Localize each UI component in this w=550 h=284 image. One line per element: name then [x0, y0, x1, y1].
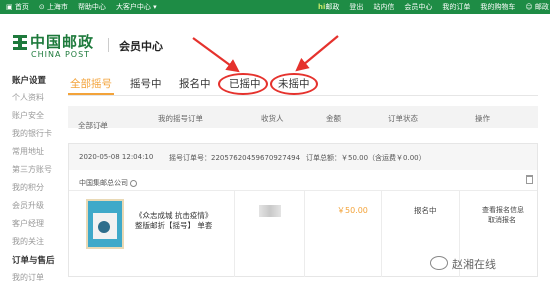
col-divider	[234, 191, 235, 277]
annotation-circle-not-won	[270, 73, 318, 95]
tab-all[interactable]: 全部摇号	[70, 76, 112, 91]
order-number: 摇号订单号：22057620459670927494	[169, 154, 301, 162]
view-signup-info-link[interactable]: 查看报名信息	[482, 205, 524, 215]
sidebar-item-security[interactable]: 账户安全	[12, 110, 44, 121]
brand-mark: hi邮政	[318, 3, 340, 11]
logo-chinese-text[interactable]: 中国邮政	[30, 31, 94, 52]
my-cart-link[interactable]: 我的购物车	[480, 2, 515, 12]
home-link[interactable]: ▣ 首页	[6, 2, 29, 12]
annotation-circle-won	[218, 73, 268, 95]
user-menu[interactable]: ☺ 邮政	[525, 2, 549, 12]
product-image-emblem	[98, 221, 110, 233]
station-message-link[interactable]: 站内信	[373, 2, 394, 12]
store-name[interactable]: 中国集邮总公司	[79, 178, 137, 188]
sidebar-item-bank-card[interactable]: 我的银行卡	[12, 128, 52, 139]
col-my-order: 我的摇号订单	[158, 114, 203, 123]
sidebar-item-my-orders[interactable]: 我的订单	[12, 272, 44, 283]
sidebar-item-profile[interactable]: 个人资料	[12, 92, 44, 103]
page-title: 会员中心	[119, 40, 163, 53]
store-info-icon	[130, 179, 137, 187]
sidebar-item-upgrade[interactable]: 会员升级	[12, 200, 44, 211]
col-recipient: 收货人	[261, 114, 284, 123]
vip-center-dropdown[interactable]: 大客户中心 ▾	[116, 2, 157, 12]
china-post-logo-icon	[13, 35, 27, 50]
order-header: 2020-05-08 12:04:10 摇号订单号：22057620459670…	[69, 144, 537, 170]
sidebar: 账户设置 个人资料 账户安全 我的银行卡 常用地址 第三方账号 我的积分 会员升…	[0, 70, 56, 284]
sidebar-section-account: 账户设置	[12, 76, 47, 86]
arrow-to-not-won	[295, 35, 339, 72]
delete-trash-icon[interactable]	[526, 175, 533, 184]
table-header: 全部订单 ⌄ 我的摇号订单 收货人 金额 订单状态 操作	[68, 106, 538, 130]
member-center-link[interactable]: 会员中心	[404, 2, 432, 12]
col-amount: 金额	[326, 114, 341, 123]
help-center-link[interactable]: 帮助中心	[78, 2, 106, 12]
order-total: 订单总额：￥50.00（含运费￥0.00）	[306, 154, 426, 162]
sidebar-item-address[interactable]: 常用地址	[12, 146, 44, 157]
sidebar-item-points[interactable]: 我的积分	[12, 182, 44, 193]
product-name[interactable]: 《众志成城 抗击疫情》整版邮折【摇号】 单套	[135, 211, 217, 231]
sidebar-item-follow[interactable]: 我的关注	[12, 236, 44, 247]
tabs-divider	[68, 95, 538, 96]
wechat-watermark-icon	[430, 256, 448, 270]
col-operation: 操作	[475, 114, 490, 123]
col-divider	[381, 191, 382, 277]
sidebar-item-manager[interactable]: 客户经理	[12, 218, 44, 229]
arrow-to-won	[192, 37, 240, 73]
header-divider	[108, 38, 109, 52]
tab-drawing[interactable]: 摇号中	[130, 76, 162, 91]
sidebar-section-orders: 订单与售后	[12, 256, 55, 266]
my-orders-link[interactable]: 我的订单	[442, 2, 470, 12]
tab-signup[interactable]: 报名中	[179, 76, 211, 91]
product-image[interactable]	[86, 199, 124, 249]
row-divider	[69, 190, 537, 191]
recipient-redacted	[259, 205, 281, 217]
col-order-status: 订单状态	[388, 114, 418, 123]
order-price: ￥50.00	[337, 206, 368, 215]
city-selector[interactable]: ⊙ 上海市	[39, 2, 68, 12]
order-datetime: 2020-05-08 12:04:10	[79, 153, 154, 161]
logo-english-text: CHINA POST	[31, 50, 91, 59]
col-divider	[304, 191, 305, 277]
watermark-text: 赵湘在线	[452, 258, 496, 271]
order-status: 报名中	[414, 206, 437, 215]
cancel-signup-link[interactable]: 取消报名	[488, 215, 516, 225]
top-nav-bar: ▣ 首页 ⊙ 上海市 帮助中心 大客户中心 ▾ hi邮政 登出 站内信 会员中心…	[0, 0, 550, 14]
logout-link[interactable]: 登出	[349, 2, 363, 12]
sidebar-item-third-party[interactable]: 第三方账号	[12, 164, 52, 175]
